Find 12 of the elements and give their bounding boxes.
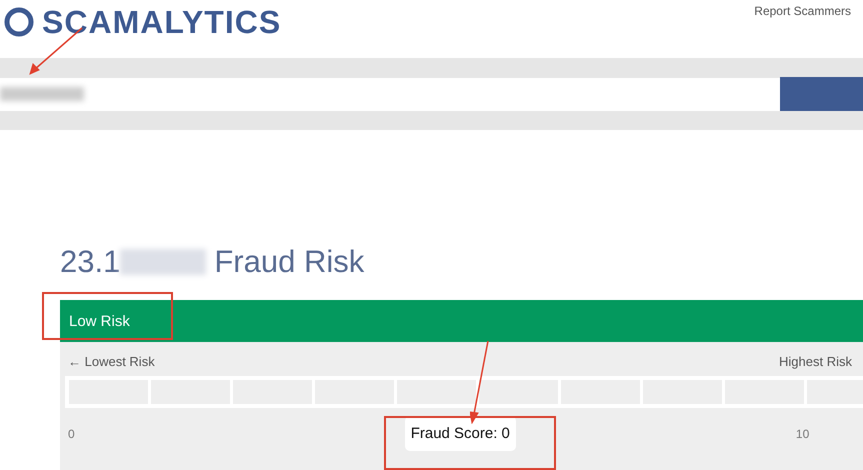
search-button[interactable] [780, 77, 863, 111]
scale-max: 10 [796, 426, 810, 440]
nav-link[interactable]: Report Scammers [754, 4, 851, 18]
scale-label: ← Lowest Risk [68, 354, 155, 371]
ip-address: 23.1 [60, 244, 120, 280]
fraud-score: Fraud Score: 0 [404, 416, 516, 451]
title-text: Fraud Risk [214, 244, 364, 280]
scale-label: Highest Risk [779, 354, 852, 371]
risk-label: Low Risk [69, 312, 130, 330]
logo-icon [4, 7, 34, 37]
logo[interactable]: SCAMALYTICS [42, 4, 282, 40]
scale-min: 0 [68, 426, 75, 440]
